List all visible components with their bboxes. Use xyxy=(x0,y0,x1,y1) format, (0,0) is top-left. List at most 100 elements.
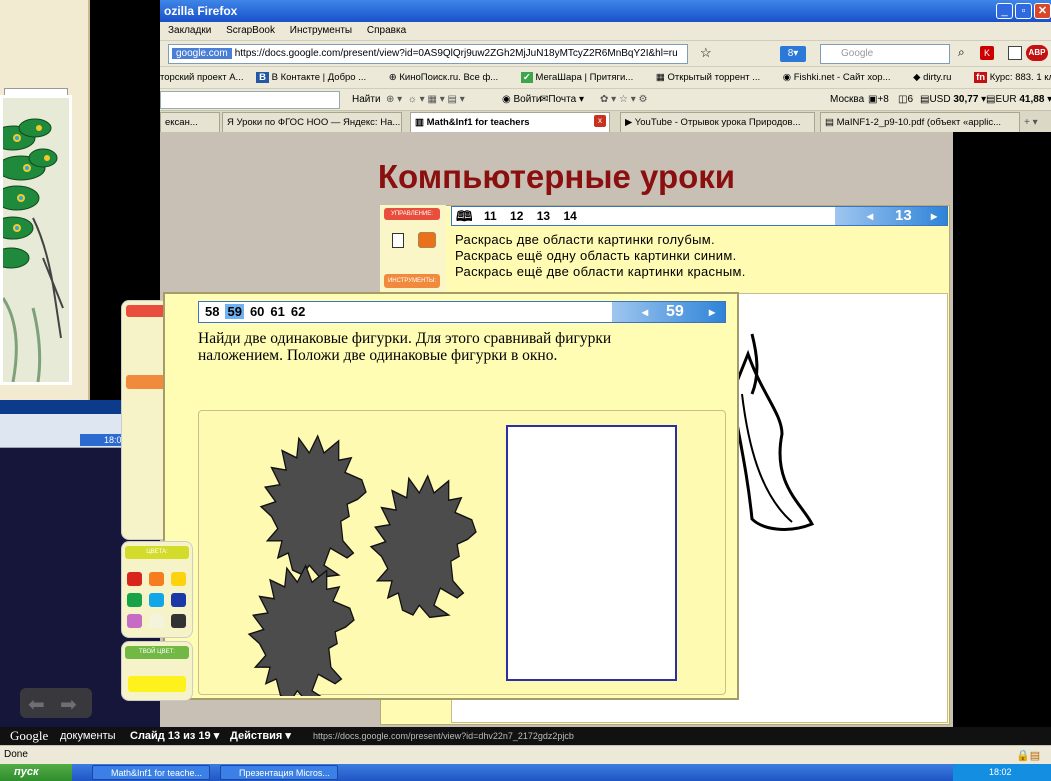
menu-help[interactable]: Справка xyxy=(367,25,406,36)
slide-counter[interactable]: Слайд 13 из 19 ▾ xyxy=(130,727,219,745)
bookmark-label: dirty.ru xyxy=(923,72,952,83)
bookmark-label: Открытый торрент ... xyxy=(667,72,761,83)
bookmark-item[interactable]: ▦ Открытый торрент ... xyxy=(656,72,770,83)
window-title: ozilla Firefox xyxy=(160,0,1051,22)
tab[interactable]: ексан... xyxy=(160,112,220,132)
actions-menu[interactable]: Действия ▾ xyxy=(230,727,291,745)
page-link[interactable]: 62 xyxy=(291,304,305,319)
taskbar-item-powerpoint[interactable]: Презентация Micros... xyxy=(220,765,338,780)
page-link[interactable]: 14 xyxy=(563,209,576,223)
weather-city[interactable]: Москва xyxy=(830,89,864,111)
color-swatch[interactable] xyxy=(171,572,186,586)
prev-slide-arrow-icon[interactable]: ⬅ xyxy=(28,692,45,717)
controls-label: УПРАВЛЕНИЕ: xyxy=(384,208,440,220)
actions-label: Действия xyxy=(230,730,283,742)
coloring-pager: ◂ 13 ▸ xyxy=(835,207,947,225)
close-button[interactable]: ✕ xyxy=(1034,3,1051,19)
bookmark-item[interactable]: ⊕ КиноПоиск.ru. Все ф... xyxy=(389,72,508,83)
new-document-icon[interactable] xyxy=(392,233,404,248)
hedgehog-figures xyxy=(248,435,477,704)
extra-icons[interactable]: ✿ ▾ ☆ ▾ ⚙ xyxy=(600,89,647,111)
tab-strip: ексан... Я Уроки по ФГОС НОО — Яндекс: Н… xyxy=(160,110,1051,132)
tab[interactable]: ▤ MaINF1-2_p9-10.pdf (объект «applic... xyxy=(820,112,1020,132)
coloring-task-text: Раскрась две области картинки голубым. Р… xyxy=(455,232,935,280)
url-bar[interactable]: google.com https://docs.google.com/presen… xyxy=(168,44,688,64)
page-link-selected[interactable]: 59 xyxy=(225,304,244,319)
tab[interactable]: ▶ YouTube - Отрывок урока Природов... xyxy=(620,112,815,132)
start-button[interactable]: пуск xyxy=(0,764,72,781)
color-swatch[interactable] xyxy=(127,593,142,607)
mail-label: Почта xyxy=(548,94,577,105)
page-link[interactable]: 61 xyxy=(270,304,284,319)
bookmark-item[interactable]: B В Контакте | Добро ... xyxy=(256,72,376,83)
url-site-badge: google.com xyxy=(172,48,232,59)
prev-page-arrow-icon[interactable]: ◂ xyxy=(867,207,873,225)
color-swatch[interactable] xyxy=(149,614,164,628)
maximize-button[interactable]: ▫ xyxy=(1015,3,1032,19)
tab-active[interactable]: ▥ Math&Inf1 for teachers xyxy=(410,112,610,132)
tools-label: ИНСТРУМЕНТЫ: xyxy=(384,274,440,288)
next-page-arrow-icon[interactable]: ▸ xyxy=(709,302,715,322)
next-slide-arrow-icon[interactable]: ➡ xyxy=(60,692,77,717)
bookmark-label: КиноПоиск.ru. Все ф... xyxy=(399,72,499,83)
next-page-arrow-icon[interactable]: ▸ xyxy=(931,207,937,225)
yandex-search-input[interactable] xyxy=(160,91,340,109)
page-link[interactable]: 58 xyxy=(205,304,219,319)
adblock-icon[interactable]: ABP xyxy=(1026,45,1048,61)
k-icon[interactable]: K xyxy=(980,46,994,60)
menu-tools[interactable]: Инструменты xyxy=(290,25,352,36)
login-button[interactable]: ◉ Войти xyxy=(502,89,542,111)
color-swatch[interactable] xyxy=(171,614,186,628)
page-link[interactable]: 13 xyxy=(537,209,550,223)
bookmark-item[interactable]: ◉ Fishki.net - Сайт хор... xyxy=(783,72,901,83)
color-swatch[interactable] xyxy=(127,614,142,628)
menubar: Закладки ScrapBook Инструменты Справка xyxy=(160,22,1051,40)
star-icon[interactable]: ☆ xyxy=(700,45,712,61)
page-link[interactable]: 60 xyxy=(250,304,264,319)
prev-page-arrow-icon[interactable]: ◂ xyxy=(642,302,648,322)
usd-widget[interactable]: ▤USD 30,77 ▾ xyxy=(920,89,986,111)
tab-list-icon[interactable]: + ▾ xyxy=(1024,113,1038,132)
weather-widget[interactable]: ▣+8 xyxy=(868,89,889,111)
book-icon[interactable]: 🕮 xyxy=(456,207,473,225)
hedgehog-figure[interactable] xyxy=(248,565,355,704)
bookmark-item[interactable]: fn Курс: 883. 1 класс. ... xyxy=(974,72,1051,83)
tab[interactable]: Я Уроки по ФГОС НОО — Яндекс: На... xyxy=(222,112,402,132)
eur-widget[interactable]: ▤EUR 41,88 ▾ xyxy=(986,89,1051,111)
drop-window[interactable] xyxy=(506,425,677,681)
task-line: наложением. Положи две одинаковые фигурк… xyxy=(198,347,558,364)
eur-value: 41,88 xyxy=(1019,94,1045,105)
menu-bookmarks[interactable]: Закладки xyxy=(168,25,211,36)
page-link[interactable]: 12 xyxy=(510,209,523,223)
color-swatch[interactable] xyxy=(149,572,164,586)
search-engine-icon[interactable]: 8▾ xyxy=(780,46,806,62)
color-swatch[interactable] xyxy=(171,593,186,607)
taskbar-item-firefox[interactable]: Math&Inf1 for teache... xyxy=(92,765,210,780)
bookmark-label: Курс: 883. 1 класс. ... xyxy=(989,72,1051,83)
toolbar-icons[interactable]: ⊕ ▾ ☼ ▾ ▦ ▾ ▤ ▾ xyxy=(386,89,465,111)
hedgehog-figure[interactable] xyxy=(370,475,477,619)
tab-label: YouTube - Отрывок урока Природов... xyxy=(634,117,801,128)
counter-widget[interactable]: ◫6 xyxy=(898,89,913,111)
bookmark-item[interactable]: торский проект А... xyxy=(160,72,243,83)
menu-scrapbook[interactable]: ScrapBook xyxy=(226,25,275,36)
color-swatch[interactable] xyxy=(149,593,164,607)
status-bar: Done 🔒▤ xyxy=(0,745,1051,764)
find-button[interactable]: Найти xyxy=(352,89,381,111)
hedgehog-figure[interactable] xyxy=(260,435,367,579)
yandex-toolbar: Найти ⊕ ▾ ☼ ▾ ▦ ▾ ▤ ▾ ◉ Войти ✉Почта ▾ ✿… xyxy=(160,88,1051,110)
login-label: Войти xyxy=(513,94,542,105)
window-icon[interactable] xyxy=(1008,46,1022,60)
search-input[interactable]: Google xyxy=(820,44,950,64)
magnifier-icon[interactable]: ⌕ xyxy=(958,45,965,60)
page-link[interactable]: 11 xyxy=(484,209,497,223)
minimize-button[interactable]: _ xyxy=(996,3,1013,19)
bookmark-item[interactable]: ✓ МегаШара | Притяги... xyxy=(520,72,643,83)
briefcase-icon[interactable] xyxy=(418,232,436,248)
color-swatch[interactable] xyxy=(127,572,142,586)
mail-button[interactable]: ✉Почта ▾ xyxy=(540,89,584,111)
bookmark-item[interactable]: ◆ dirty.ru xyxy=(913,72,961,83)
presentation-link[interactable]: https://docs.google.com/present/view?id=… xyxy=(313,727,574,745)
system-tray: 18:02 xyxy=(953,764,1051,781)
close-tab-icon[interactable]: x xyxy=(594,115,606,127)
